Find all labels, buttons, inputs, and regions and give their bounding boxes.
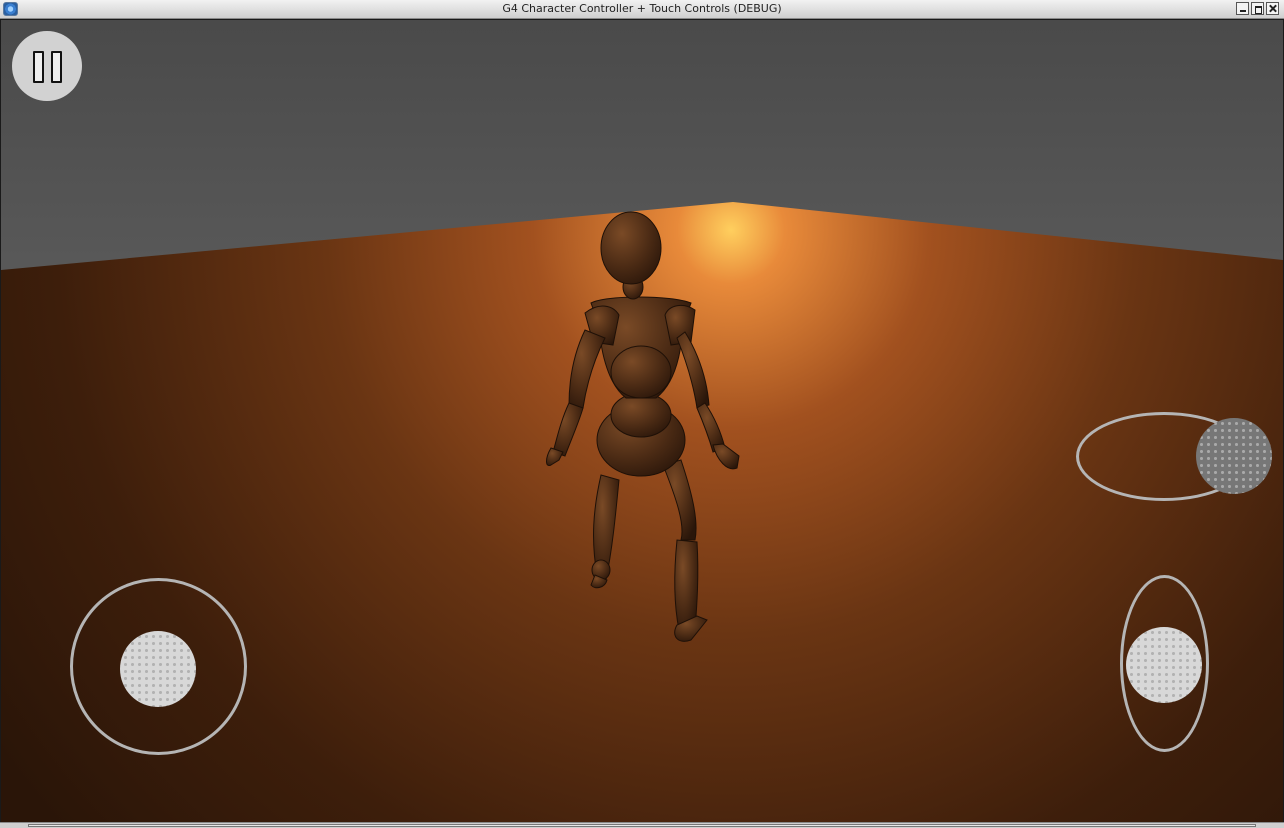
window-title: G4 Character Controller + Touch Controls… <box>502 2 782 15</box>
maximize-button[interactable] <box>1251 2 1264 15</box>
title-bar[interactable]: G4 Character Controller + Touch Controls… <box>0 0 1284 19</box>
minimize-button[interactable] <box>1236 2 1249 15</box>
app-window: G4 Character Controller + Touch Controls… <box>0 0 1284 828</box>
pause-button[interactable] <box>12 31 82 101</box>
close-button[interactable] <box>1266 2 1279 15</box>
left-joystick-knob[interactable] <box>120 631 196 707</box>
game-viewport[interactable] <box>1 20 1283 822</box>
right-horizontal-slider-knob[interactable] <box>1196 418 1272 494</box>
bottom-scrollbar[interactable] <box>0 822 1284 828</box>
right-vertical-slider-knob[interactable] <box>1126 627 1202 703</box>
